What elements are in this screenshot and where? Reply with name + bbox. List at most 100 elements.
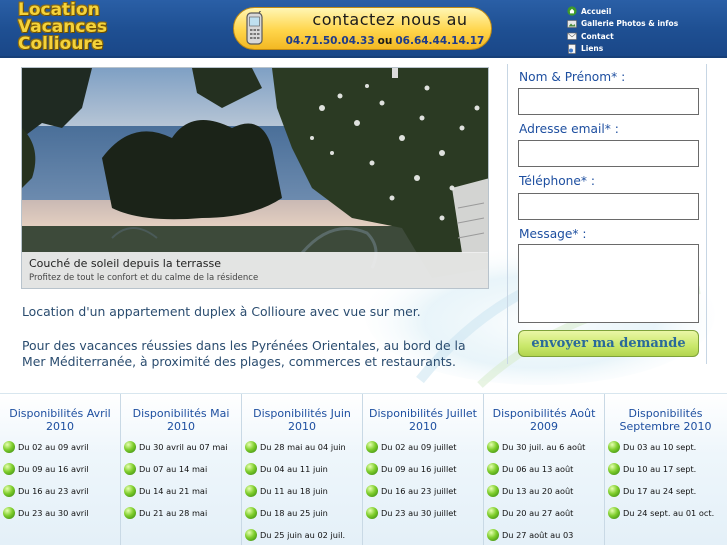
- submit-button[interactable]: envoyer ma demande: [518, 330, 699, 357]
- caption-subtitle: Profitez de tout le confort et du calme …: [29, 273, 259, 283]
- slot-text: Du 03 au 10 sept.: [623, 442, 697, 452]
- slot-text: Du 30 juil. au 6 août: [502, 442, 586, 452]
- availability-slot[interactable]: Du 04 au 11 juin: [245, 462, 361, 486]
- nav-label: Liens: [581, 44, 604, 54]
- slot-text: Du 17 au 24 sept.: [623, 486, 697, 496]
- slot-text: Du 16 au 23 avril: [18, 486, 89, 496]
- nav-item-contact[interactable]: Contact: [567, 30, 717, 43]
- site-logo[interactable]: Location Vacances Collioure: [18, 2, 138, 53]
- availability-slot[interactable]: Du 17 au 24 sept.: [608, 484, 724, 508]
- availability-slot[interactable]: Du 27 août au 03: [487, 528, 603, 545]
- slot-text: Du 16 au 23 juillet: [381, 486, 457, 496]
- name-field[interactable]: [518, 88, 699, 115]
- availability-slot[interactable]: Du 30 avril au 07 mai: [124, 440, 240, 464]
- available-dot-icon: [608, 441, 620, 453]
- availability-slot[interactable]: Du 23 au 30 juillet: [366, 506, 482, 530]
- contact-phones: 04.71.50.04.33 ou 06.64.44.14.17: [280, 35, 490, 47]
- availability-slot[interactable]: Du 02 au 09 avril: [3, 440, 119, 464]
- availability-slot[interactable]: Du 10 au 17 sept.: [608, 462, 724, 486]
- availability-slot[interactable]: Du 07 au 14 mai: [124, 462, 240, 486]
- available-dot-icon: [487, 529, 499, 541]
- month-title: Disponibilités Juin 2010: [253, 407, 351, 433]
- photos-icon: [567, 19, 577, 28]
- slot-text: Du 25 juin au 02 juil.: [260, 530, 346, 540]
- top-navigation: Accueil Gallerie Photos & infos Contact …: [567, 5, 717, 55]
- availability-slot[interactable]: Du 13 au 20 août: [487, 484, 603, 508]
- availability-slot[interactable]: Du 14 au 21 mai: [124, 484, 240, 508]
- links-icon: [568, 43, 576, 54]
- site-header: Location Vacances Collioure contactez no…: [0, 0, 727, 58]
- availability-slot[interactable]: Du 23 au 30 avril: [3, 506, 119, 530]
- available-dot-icon: [608, 463, 620, 475]
- month-title: Disponibilités Septembre 2010: [619, 407, 712, 433]
- availability-slot[interactable]: Du 24 sept. au 01 oct.: [608, 506, 724, 530]
- slot-text: Du 20 au 27 août: [502, 508, 574, 518]
- slot-text: Du 09 au 16 juillet: [381, 464, 457, 474]
- nav-item-gallerie[interactable]: Gallerie Photos & infos: [567, 18, 717, 31]
- slot-text: Du 18 au 25 juin: [260, 508, 328, 518]
- available-dot-icon: [608, 507, 620, 519]
- slot-text: Du 06 au 13 août: [502, 464, 574, 474]
- phone-number-2[interactable]: 06.64.44.14.17: [395, 35, 484, 47]
- slot-text: Du 04 au 11 juin: [260, 464, 328, 474]
- availability-slot[interactable]: Du 16 au 23 avril: [3, 484, 119, 508]
- availability-month: Disponibilités Juin 2010 Du 28 mai au 04 …: [242, 394, 363, 545]
- availability-slot[interactable]: Du 21 au 28 mai: [124, 506, 240, 530]
- slot-text: Du 11 au 18 juin: [260, 486, 328, 496]
- slot-text: Du 07 au 14 mai: [139, 464, 208, 474]
- availability-month: Disponibilités Juillet 2010 Du 02 au 09 j…: [363, 394, 484, 545]
- availability-slot[interactable]: Du 02 au 09 juillet: [366, 440, 482, 464]
- availability-slot[interactable]: Du 28 mai au 04 juin: [245, 440, 361, 464]
- contact-title: contactez nous au: [312, 10, 468, 29]
- month-title: Disponibilités Mai 2010: [132, 407, 230, 433]
- available-dot-icon: [124, 507, 136, 519]
- phone-separator: ou: [377, 35, 393, 47]
- available-dot-icon: [3, 463, 15, 475]
- availability-month: Disponibilités Septembre 2010 Du 03 au 10…: [605, 394, 726, 545]
- availability-slot[interactable]: Du 11 au 18 juin: [245, 484, 361, 508]
- contact-banner: contactez nous au 04.71.50.04.33 ou 06.64.…: [233, 7, 492, 50]
- phone-field[interactable]: [518, 193, 699, 220]
- month-title: Disponibilités Avril 2010: [9, 407, 111, 433]
- slot-text: Du 24 sept. au 01 oct.: [623, 508, 715, 518]
- availability-slot[interactable]: Du 09 au 16 avril: [3, 462, 119, 486]
- slot-text: Du 30 avril au 07 mai: [139, 442, 228, 452]
- available-dot-icon: [366, 441, 378, 453]
- available-dot-icon: [245, 507, 257, 519]
- availability-slot[interactable]: Du 30 juil. au 6 août: [487, 440, 603, 464]
- available-dot-icon: [245, 441, 257, 453]
- nav-label: Contact: [581, 31, 614, 41]
- availability-slot[interactable]: Du 18 au 25 juin: [245, 506, 361, 530]
- nav-label: Accueil: [581, 6, 612, 16]
- month-title: Disponibilités Août 2009: [492, 407, 596, 433]
- available-dot-icon: [124, 441, 136, 453]
- phone-number-1[interactable]: 04.71.50.04.33: [286, 35, 375, 47]
- available-dot-icon: [3, 485, 15, 497]
- available-dot-icon: [124, 485, 136, 497]
- slot-text: Du 13 au 20 août: [502, 486, 574, 496]
- mobile-phone-icon: [246, 11, 263, 45]
- message-field[interactable]: [518, 244, 699, 323]
- slot-text: Du 23 au 30 avril: [18, 508, 89, 518]
- nav-item-accueil[interactable]: Accueil: [567, 5, 717, 18]
- hero-photo: Couché de soleil depuis la terrasse Prof…: [21, 67, 489, 289]
- nav-item-liens[interactable]: Liens: [567, 43, 717, 56]
- availability-slot[interactable]: Du 16 au 23 juillet: [366, 484, 482, 508]
- hero-caption: Couché de soleil depuis la terrasse Prof…: [22, 252, 488, 288]
- availability-month: Disponibilités Mai 2010 Du 30 avril au 07…: [121, 394, 242, 545]
- availability-slot[interactable]: Du 06 au 13 août: [487, 462, 603, 486]
- name-label: Nom & Prénom* :: [519, 70, 626, 84]
- email-label: Adresse email* :: [519, 122, 619, 136]
- intro-paragraph: Location d'un appartement duplex à Colli…: [22, 304, 421, 319]
- availability-slot[interactable]: Du 09 au 16 juillet: [366, 462, 482, 486]
- slot-text: Du 02 au 09 avril: [18, 442, 89, 452]
- email-field[interactable]: [518, 140, 699, 167]
- phone-label: Téléphone* :: [519, 174, 595, 188]
- availability-slot[interactable]: Du 25 juin au 02 juil.: [245, 528, 361, 545]
- availability-slot[interactable]: Du 20 au 27 août: [487, 506, 603, 530]
- slot-text: Du 09 au 16 avril: [18, 464, 89, 474]
- availability-slot[interactable]: Du 03 au 10 sept.: [608, 440, 724, 464]
- available-dot-icon: [487, 463, 499, 475]
- available-dot-icon: [3, 507, 15, 519]
- contact-form: Nom & Prénom* : Adresse email* : Télépho…: [507, 64, 707, 364]
